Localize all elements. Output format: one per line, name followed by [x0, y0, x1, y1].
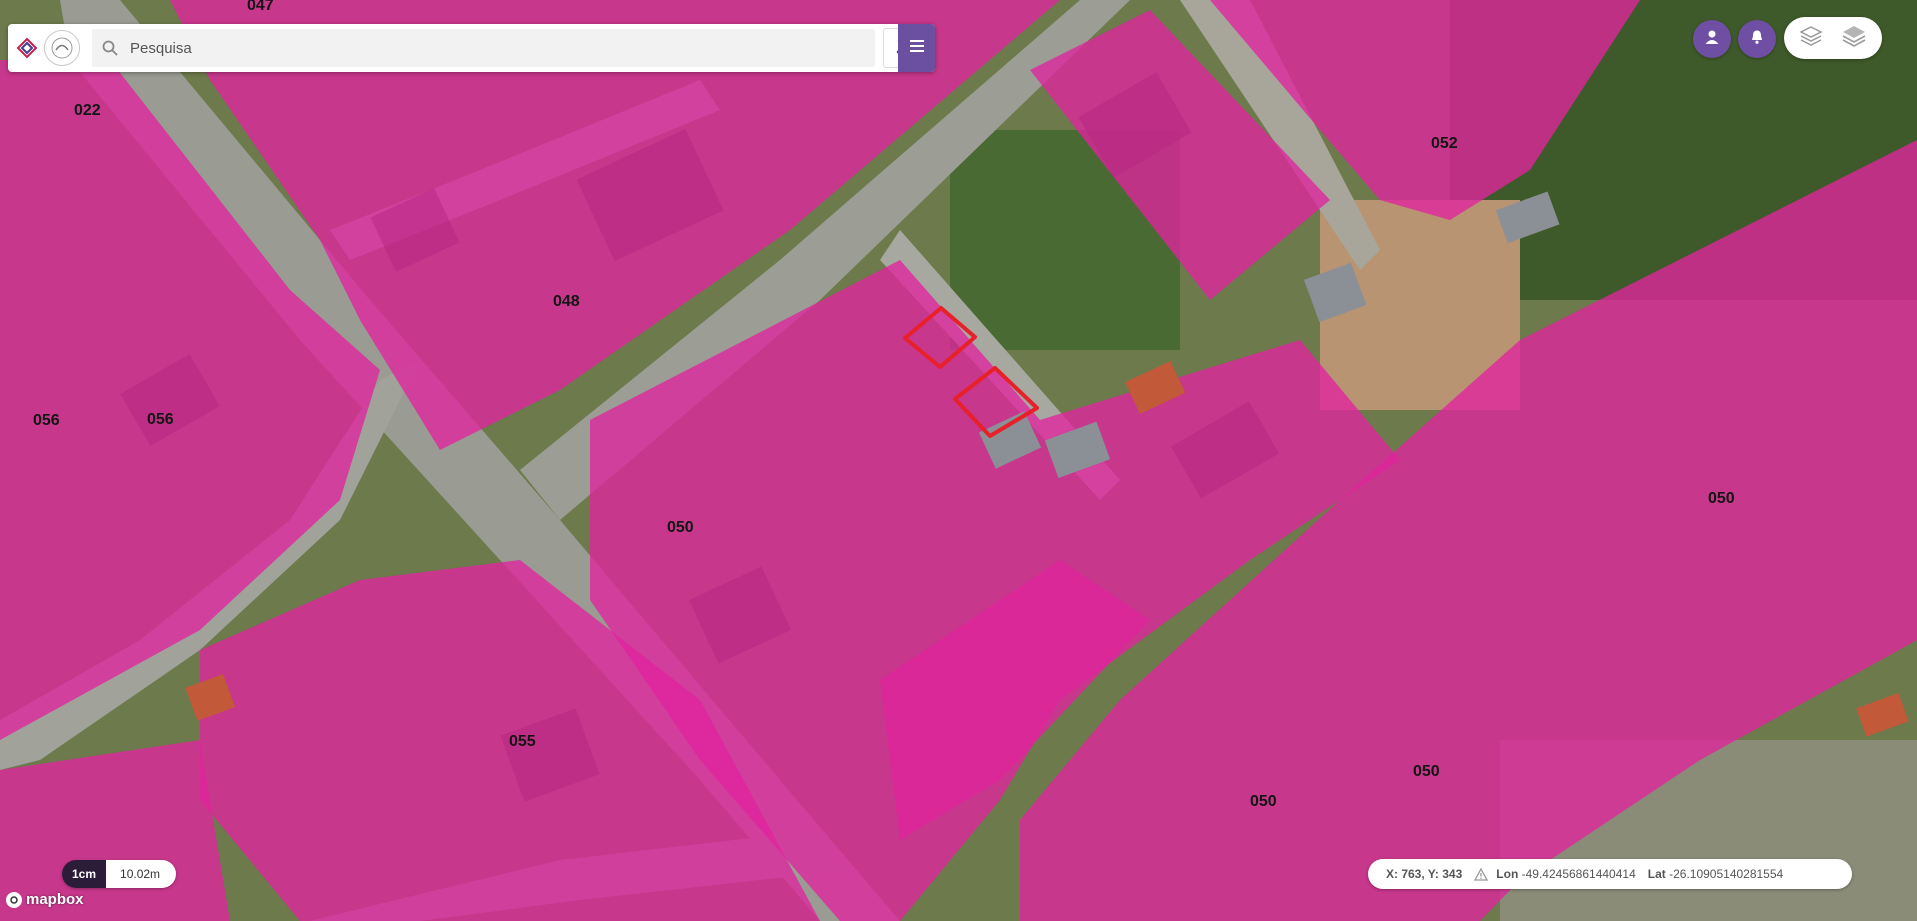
parcel-label: 047: [247, 0, 274, 14]
search-input[interactable]: [128, 38, 875, 58]
parcel-label: 056: [147, 411, 174, 428]
scale-unit: 1cm: [62, 860, 107, 888]
longitude-value: -49.42456861440414: [1521, 867, 1636, 881]
parcel-label: 052: [1431, 135, 1458, 152]
bell-icon: [1749, 29, 1765, 50]
parcel-label: 050: [667, 519, 694, 536]
mapbox-logo-text: mapbox: [26, 891, 84, 908]
parcel-label: 055: [509, 733, 536, 750]
parcel-label: 050: [1413, 763, 1440, 780]
coordinates-readout: X: 763, Y: 343 Lon -49.42456861440414 La…: [1368, 859, 1852, 889]
map-canvas[interactable]: 047 022 048 056 056 050 055 052 050 050 …: [0, 0, 1917, 921]
layers-icon[interactable]: [1799, 24, 1823, 53]
layers-control: [1784, 17, 1882, 59]
parcel-label: 056: [33, 412, 60, 429]
mapbox-logo-icon: [6, 891, 22, 908]
user-icon: [1704, 29, 1720, 50]
app-logo-icon[interactable]: [16, 37, 38, 59]
scale-distance: 10.02m: [106, 860, 177, 888]
latitude-label: Lat: [1647, 867, 1666, 881]
parcel-label: 022: [74, 102, 101, 119]
map-scale: 1cm 10.02m: [62, 860, 177, 888]
partner-seal-icon: [44, 30, 80, 66]
logo-group: [8, 24, 86, 72]
search-icon: [102, 40, 118, 56]
parcel-label: 048: [553, 293, 580, 310]
search-field[interactable]: [92, 29, 875, 67]
hamburger-menu-icon: [909, 39, 924, 57]
search-bar: [8, 24, 935, 72]
layers-stack-icon[interactable]: [1841, 24, 1867, 53]
user-button[interactable]: [1693, 20, 1731, 58]
pixel-coordinates: X: 763, Y: 343: [1386, 867, 1463, 881]
parcel-label: 050: [1250, 793, 1277, 810]
longitude-label: Lon: [1496, 867, 1519, 881]
notifications-button[interactable]: [1738, 20, 1776, 58]
parcel-label: 050: [1708, 490, 1735, 507]
map-svg[interactable]: 047 022 048 056 056 050 055 052 050 050 …: [0, 0, 1917, 921]
mapbox-attribution[interactable]: mapbox: [6, 891, 84, 908]
warning-icon: [1474, 867, 1489, 881]
menu-button[interactable]: [898, 24, 935, 72]
latitude-value: -26.10905140281554: [1669, 867, 1784, 881]
